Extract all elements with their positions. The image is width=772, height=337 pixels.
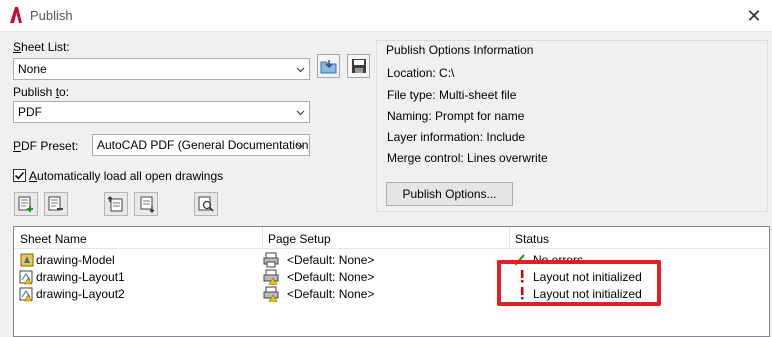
publish-to-dropdown[interactable]: PDF — [13, 101, 310, 123]
pdf-preset-dropdown[interactable]: AutoCAD PDF (General Documentation) — [92, 134, 310, 156]
sheet-name-cell: drawing-Layout1 — [36, 270, 125, 284]
page-setup-cell: <Default: None> — [287, 287, 375, 301]
pdf-preset-value: AutoCAD PDF (General Documentation) — [97, 138, 310, 152]
chevron-down-icon — [296, 143, 305, 149]
printer-warning-icon — [263, 269, 279, 285]
printer-warning-icon — [263, 286, 279, 302]
file-type-info: File type: Multi-sheet file — [387, 88, 517, 102]
column-header-page-setup[interactable]: Page Setup — [268, 232, 331, 246]
column-header-sheet-name[interactable]: Sheet Name — [20, 232, 87, 246]
chevron-down-icon — [296, 67, 305, 73]
add-sheet-icon — [18, 196, 33, 212]
move-down-icon — [140, 196, 155, 213]
autocad-logo-icon — [10, 7, 22, 23]
sheet-table-header: Sheet Name Page Setup Status — [14, 227, 769, 249]
pdf-preset-label: PDF Preset: — [13, 139, 79, 153]
chevron-down-icon — [296, 110, 305, 116]
publish-options-button[interactable]: Publish Options... — [386, 182, 513, 206]
save-sheet-list-button[interactable] — [347, 54, 370, 78]
remove-sheet-icon — [48, 196, 63, 211]
sheet-list-label: Sheet List: — [13, 40, 70, 54]
preview-icon — [198, 196, 214, 212]
layout-sheet-warning-icon — [19, 287, 33, 302]
status-highlight-box — [497, 260, 661, 306]
sheet-name-cell: drawing-Model — [36, 253, 115, 267]
naming-info: Naming: Prompt for name — [387, 109, 525, 123]
load-sheet-list-button[interactable] — [317, 54, 340, 78]
layout-sheet-warning-icon — [19, 270, 33, 285]
publish-to-label: Publish to: — [13, 85, 70, 99]
open-folder-icon — [320, 60, 336, 74]
preview-button[interactable] — [194, 192, 218, 216]
title-bar: Publish ✕ — [0, 0, 772, 32]
sheet-name-cell: drawing-Layout2 — [36, 287, 125, 301]
add-sheets-button[interactable] — [14, 192, 38, 216]
merge-control-info: Merge control: Lines overwrite — [387, 151, 548, 165]
printer-icon — [263, 252, 279, 268]
publish-options-title: Publish Options Information — [384, 43, 536, 57]
layer-info: Layer information: Include — [387, 130, 526, 144]
column-separator[interactable] — [509, 227, 510, 249]
move-sheet-up-button[interactable] — [104, 192, 128, 216]
move-up-icon — [107, 196, 123, 212]
move-sheet-down-button[interactable] — [134, 192, 158, 216]
model-sheet-icon — [20, 253, 34, 267]
window-title: Publish — [30, 8, 73, 23]
save-icon — [351, 59, 366, 73]
sheet-list-value: None — [18, 62, 47, 76]
auto-load-checkbox[interactable] — [13, 169, 26, 182]
auto-load-label[interactable]: Automatically load all open drawings — [29, 169, 223, 183]
page-setup-cell: <Default: None> — [287, 270, 375, 284]
sheet-list-dropdown[interactable]: None — [13, 58, 310, 80]
column-header-status[interactable]: Status — [515, 232, 549, 246]
checkmark-icon — [14, 171, 25, 180]
location-info: Location: C:\ — [387, 66, 455, 80]
publish-to-value: PDF — [18, 105, 42, 119]
remove-sheets-button[interactable] — [44, 192, 68, 216]
column-separator[interactable] — [262, 227, 263, 249]
close-button[interactable]: ✕ — [742, 6, 766, 26]
page-setup-cell: <Default: None> — [287, 253, 375, 267]
